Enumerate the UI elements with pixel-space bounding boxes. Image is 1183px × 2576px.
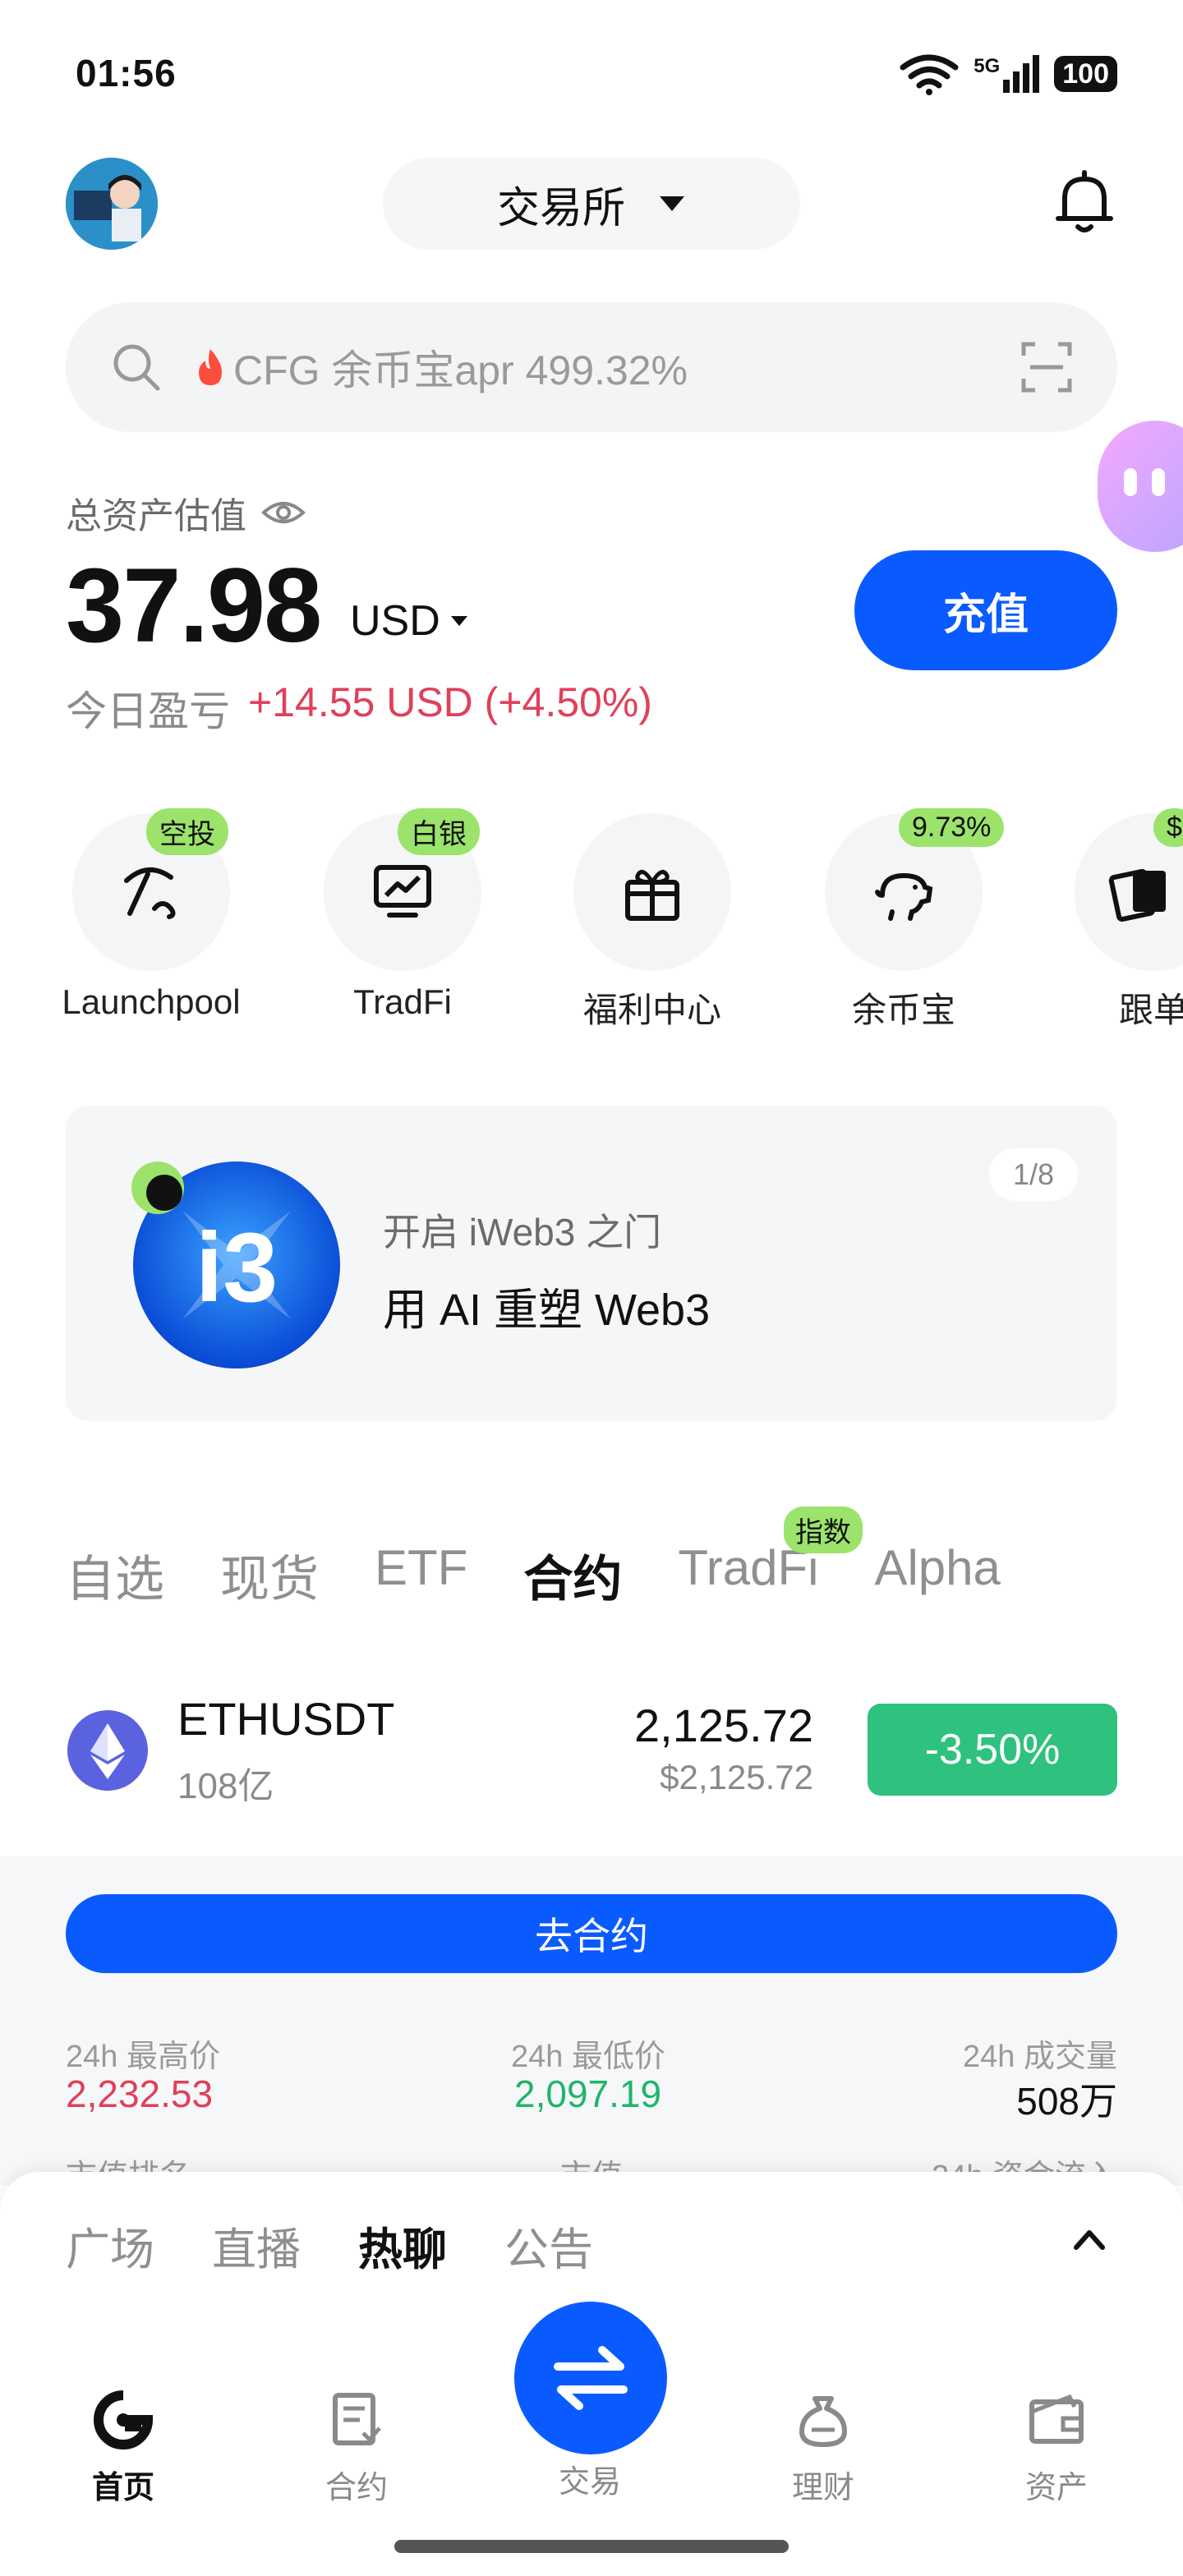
change-badge[interactable]: -3.50% — [868, 1704, 1117, 1796]
nav-home[interactable]: 首页 — [41, 2390, 205, 2507]
money-bag-icon — [799, 2396, 847, 2447]
assistant-bubble[interactable] — [1098, 421, 1183, 552]
quick-action-copy-trading[interactable]: $ — [1075, 808, 1183, 971]
tab-watchlist[interactable]: 自选 — [66, 1539, 164, 1611]
total-assets-label-row: 总资产估值 — [66, 486, 306, 539]
exchange-switcher[interactable]: 交易所 — [383, 158, 800, 250]
quick-action-badge: 空投 — [146, 808, 228, 855]
eye-icon[interactable] — [261, 498, 306, 527]
quick-action-badge: $ — [1153, 808, 1183, 847]
banner-page-indicator: 1/8 — [989, 1148, 1078, 1201]
network-type: 5G — [974, 55, 1001, 77]
home-logo-icon — [94, 2390, 154, 2450]
battery-icon: 100 — [1054, 56, 1117, 92]
quick-action-badge: 白银 — [398, 808, 480, 855]
quick-action-label: 余币宝 — [851, 991, 955, 1029]
quick-action-label: 跟单 — [1119, 991, 1183, 1029]
pnl-label: 今日盈亏 — [66, 688, 230, 734]
exchange-label: 交易所 — [496, 184, 625, 232]
goto-futures-button[interactable]: 去合约 — [66, 1894, 1117, 1973]
logo-text: i3 — [196, 1212, 278, 1322]
quick-action-tradfi[interactable]: 白银 — [324, 808, 481, 971]
pair-price-usd: $2,125.72 — [660, 1758, 813, 1796]
cell-signal-icon: 5G — [974, 55, 1040, 93]
search-bar[interactable]: CFG 余币宝apr 499.32% — [66, 302, 1117, 432]
swap-arrows-icon — [554, 2346, 628, 2410]
quick-action-rewards[interactable] — [573, 813, 731, 971]
quick-action-label: Launchpool — [62, 982, 241, 1021]
volume-label: 24h 成交量 — [963, 2040, 1117, 2074]
nav-label: 理财 — [791, 2471, 854, 2505]
avatar[interactable] — [66, 158, 158, 250]
wifi-icon — [900, 54, 959, 95]
feed-tabs: 广场 直播 热聊 公告 — [66, 2213, 593, 2278]
piggy-bank-icon — [875, 872, 933, 921]
gift-icon — [625, 870, 679, 921]
high-label: 24h 最高价 — [66, 2040, 220, 2074]
i3-logo: i3 — [131, 1162, 340, 1368]
low-value: 2,097.19 — [514, 2072, 662, 2115]
document-icon — [333, 2393, 381, 2445]
total-assets-value: 37.98 — [66, 547, 322, 665]
currency-selector[interactable]: USD — [350, 596, 468, 646]
low-label: 24h 最低价 — [511, 2040, 665, 2074]
quick-action-label: 福利中心 — [582, 991, 721, 1029]
total-assets-label: 总资产估值 — [66, 496, 246, 536]
tab-spot[interactable]: 现货 — [220, 1539, 319, 1611]
pair-symbol[interactable]: ETHUSDT — [177, 1692, 394, 1746]
eth-icon — [67, 1710, 148, 1791]
nav-trade-label-wrap: 交易 — [508, 2456, 672, 2501]
cards-icon — [1108, 868, 1166, 922]
banner-title: 用 AI 重塑 Web3 — [383, 1286, 711, 1335]
tab-hot-chat[interactable]: 热聊 — [358, 2213, 447, 2278]
pickaxe-icon — [124, 867, 176, 919]
deposit-button[interactable]: 充值 — [854, 550, 1117, 670]
status-icons: 5G 100 — [900, 53, 1117, 95]
tab-alpha[interactable]: Alpha — [874, 1539, 1000, 1611]
home-indicator — [394, 2540, 789, 2553]
nav-assets[interactable]: 资产 — [974, 2390, 1139, 2507]
banner-subtitle: 开启 iWeb3 之门 — [383, 1211, 662, 1254]
wallet-icon — [1029, 2394, 1084, 2444]
nav-earn[interactable]: 理财 — [741, 2390, 905, 2507]
status-time: 01:56 — [76, 52, 177, 94]
quick-action-label: TradFi — [353, 982, 452, 1021]
pair-price: 2,125.72 — [634, 1700, 813, 1751]
pair-volume: 108亿 — [177, 1766, 274, 1806]
currency-label: USD — [350, 597, 440, 645]
quick-action-savings[interactable]: 9.73% — [825, 808, 1005, 971]
nav-label: 首页 — [91, 2471, 154, 2505]
tab-etf[interactable]: ETF — [375, 1539, 467, 1611]
search-hot-text: CFG 余币宝apr 499.32% — [233, 347, 688, 393]
caret-down-icon — [660, 196, 684, 211]
fire-icon — [199, 349, 222, 385]
tab-futures[interactable]: 合约 — [523, 1539, 622, 1611]
chart-monitor-icon — [374, 865, 431, 918]
today-pnl: 今日盈亏 +14.55 USD (+4.50%) — [66, 678, 652, 738]
nav-label: 资产 — [1024, 2471, 1088, 2505]
tab-badge: 指数 — [784, 1506, 863, 1553]
high-value: 2,232.53 — [66, 2072, 214, 2115]
quick-action-badge: 9.73% — [899, 808, 1005, 847]
chevron-up-icon[interactable] — [1073, 2223, 1106, 2256]
scan-icon[interactable] — [1020, 341, 1073, 393]
tab-live[interactable]: 直播 — [212, 2213, 301, 2278]
quick-action-launchpool[interactable]: 空投 — [72, 808, 230, 971]
nav-futures[interactable]: 合约 — [274, 2390, 439, 2507]
tab-square[interactable]: 广场 — [66, 2213, 154, 2278]
tab-announcements[interactable]: 公告 — [504, 2213, 593, 2278]
nav-label: 交易 — [558, 2465, 621, 2500]
nav-trade-button[interactable] — [514, 2302, 667, 2454]
volume-value: 508万 — [1016, 2080, 1117, 2123]
pnl-value: +14.55 USD (+4.50%) — [248, 679, 652, 725]
bell-icon[interactable] — [1055, 169, 1114, 235]
nav-label: 合约 — [325, 2471, 388, 2505]
caret-down-icon — [450, 616, 467, 626]
search-icon — [113, 344, 160, 391]
market-tabs: 自选 现货 ETF 合约 TradFi Alpha — [66, 1539, 1001, 1611]
